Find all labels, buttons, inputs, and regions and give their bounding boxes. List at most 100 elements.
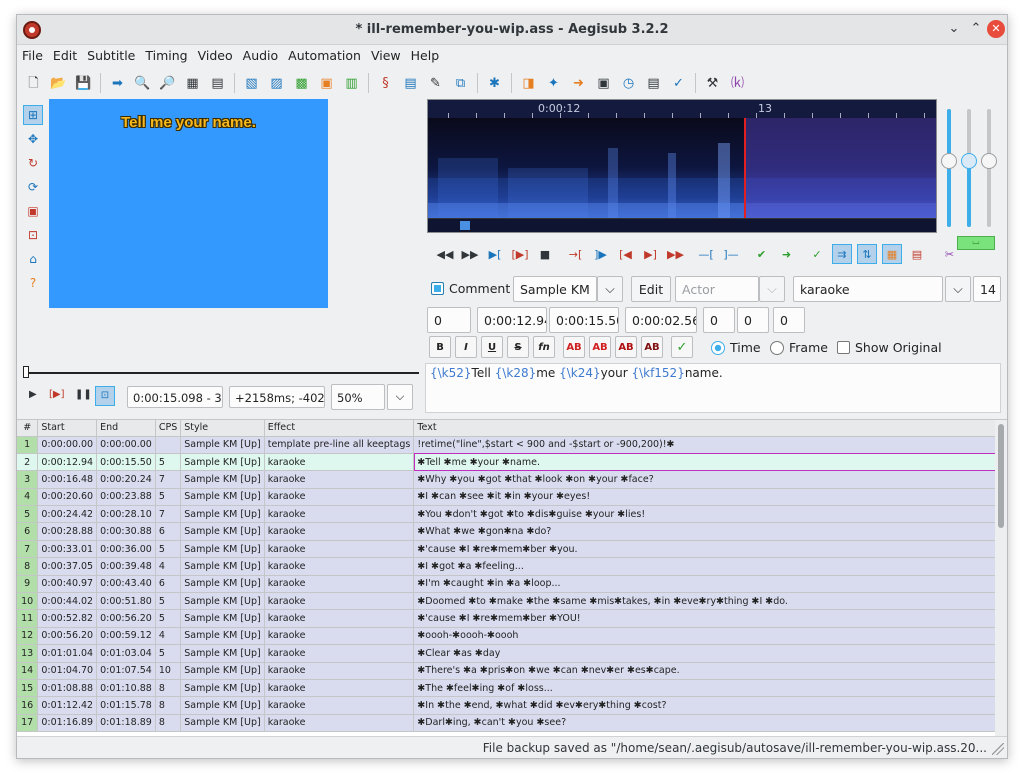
- karaoke-split-icon[interactable]: ✂: [940, 244, 960, 264]
- table-row[interactable]: 14 0:01:04.70 0:01:07.54 10 Sample KM [Up] ka…: [17, 662, 1007, 680]
- auto-commit-icon[interactable]: ✓: [807, 244, 827, 264]
- column-header-style[interactable]: Style: [180, 420, 265, 437]
- open-folder-icon[interactable]: 📂: [49, 73, 69, 93]
- drag-tool-icon[interactable]: ✥: [23, 129, 43, 149]
- edit-style-button[interactable]: Edit: [631, 276, 671, 302]
- play-after-start-icon[interactable]: ]▶: [591, 244, 611, 264]
- chevron-down-icon[interactable]: ⌵: [387, 384, 413, 410]
- frame-radio[interactable]: Frame: [770, 340, 828, 355]
- menu-file[interactable]: File: [17, 45, 48, 63]
- play-to-end-icon[interactable]: ▶▶: [666, 244, 686, 264]
- video-display[interactable]: Tell me your name.: [49, 99, 328, 308]
- secondary-color-button[interactable]: AB: [589, 336, 611, 358]
- column-header-end[interactable]: End: [96, 420, 156, 437]
- zoom-slider-handle[interactable]: [941, 153, 957, 169]
- video-time-field[interactable]: 0:00:15.098 - 3: [127, 386, 223, 408]
- table-row[interactable]: 12 0:00:56.20 0:00:59.12 4 Sample KM [Up] kar…: [17, 627, 1007, 646]
- end-time-field[interactable]: 0:00:15.50: [549, 307, 619, 333]
- show-original-box[interactable]: [837, 341, 850, 354]
- primary-color-button[interactable]: AB: [563, 336, 585, 358]
- play-before-icon[interactable]: →[: [566, 244, 586, 264]
- kanji-timer-icon[interactable]: ⧉: [451, 73, 471, 93]
- auto-scroll-icon[interactable]: ⊡: [95, 386, 115, 406]
- rotate-z-tool-icon[interactable]: ↻: [23, 153, 43, 173]
- resample-icon[interactable]: ▩: [292, 73, 312, 93]
- menu-audio[interactable]: Audio: [238, 45, 284, 63]
- menu-help[interactable]: Help: [406, 45, 445, 63]
- maximize-button[interactable]: ⌃: [967, 20, 985, 38]
- menu-subtitle[interactable]: Subtitle: [82, 45, 140, 63]
- menu-timing[interactable]: Timing: [140, 45, 192, 63]
- help-icon[interactable]: ?: [23, 273, 43, 293]
- margin-left-field[interactable]: 0: [703, 307, 735, 333]
- find-replace-icon[interactable]: 🔎: [158, 73, 178, 93]
- table-row[interactable]: 16 0:01:12.42 0:01:15.78 8 Sample KM [Up] kar…: [17, 696, 1007, 715]
- assistant-icon[interactable]: §: [376, 73, 396, 93]
- karaoke-mode-icon[interactable]: ▤: [907, 244, 927, 264]
- spell-check-tool-icon[interactable]: ✓: [669, 73, 689, 93]
- clock-icon[interactable]: ◷: [619, 73, 639, 93]
- play-after-icon[interactable]: ▶]: [641, 244, 661, 264]
- subtitle-text-editor[interactable]: {\k52}Tell {\k28}me {\k24}your {\kf152}n…: [425, 363, 1001, 413]
- auto-next-icon[interactable]: ⇉: [832, 244, 852, 264]
- duration-field[interactable]: 0:00:02.56: [625, 307, 697, 333]
- audio-selection[interactable]: [744, 118, 936, 218]
- automation-icon[interactable]: ✱: [485, 73, 505, 93]
- table-row[interactable]: 5 0:00:24.42 0:00:28.10 7 Sample KM [Up] kara…: [17, 505, 1007, 524]
- hotkeys-icon[interactable]: ⚒: [703, 73, 723, 93]
- shift-times-icon[interactable]: ▤: [401, 73, 421, 93]
- next-line-icon[interactable]: ▶▶: [460, 244, 480, 264]
- table-row[interactable]: 10 0:00:44.02 0:00:51.80 5 Sample KM [Up] kar…: [17, 592, 1007, 611]
- zoom-icon[interactable]: ▣: [594, 73, 614, 93]
- stop-icon[interactable]: ■: [535, 244, 555, 264]
- new-file-icon[interactable]: 🗋: [24, 73, 44, 93]
- menu-automation[interactable]: Automation: [283, 45, 366, 63]
- translation-icon[interactable]: ▣: [317, 73, 337, 93]
- table-row[interactable]: 15 0:01:08.88 0:01:10.88 8 Sample KM [Up] kar…: [17, 679, 1007, 698]
- outline-color-button[interactable]: AB: [615, 336, 637, 358]
- zoom-select[interactable]: 50%: [331, 384, 385, 410]
- margin-vertical-field[interactable]: 0: [773, 307, 805, 333]
- menu-video[interactable]: Video: [193, 45, 238, 63]
- shift-end-icon[interactable]: ]—: [721, 244, 741, 264]
- properties-icon[interactable]: ▧: [242, 73, 262, 93]
- strikeout-button[interactable]: S: [507, 336, 529, 358]
- clip-tool-icon[interactable]: ⊡: [23, 225, 43, 245]
- italic-button[interactable]: I: [455, 336, 477, 358]
- previous-line-icon[interactable]: ◀◀: [435, 244, 455, 264]
- time-radio-dot[interactable]: [711, 340, 725, 355]
- underline-button[interactable]: U: [481, 336, 503, 358]
- column-header-text[interactable]: Text: [413, 420, 1007, 437]
- audio-scroll-thumb[interactable]: [460, 221, 470, 230]
- style-dropdown-chevron-down-icon[interactable]: ⌵: [597, 276, 623, 302]
- effect-field[interactable]: karaoke: [793, 276, 943, 302]
- table-row[interactable]: 17 0:01:16.89 0:01:18.89 8 Sample KM [Up] kar…: [17, 714, 1007, 733]
- volume-handle[interactable]: [981, 153, 997, 169]
- frame-radio-dot[interactable]: [770, 340, 784, 355]
- spectrum-mode-icon[interactable]: ▦: [882, 244, 902, 264]
- search-icon[interactable]: 🔍: [133, 73, 153, 93]
- play-before-end-icon[interactable]: [◀: [616, 244, 636, 264]
- close-button[interactable]: ✕: [987, 20, 1005, 38]
- jump-video-icon[interactable]: ✦: [544, 73, 564, 93]
- auto-scroll-audio-icon[interactable]: ⇅: [857, 244, 877, 264]
- table-row[interactable]: 1 0:00:00.00 0:00:00.00 Sample KM [Up] templ…: [17, 436, 1007, 454]
- time-radio[interactable]: Time: [711, 340, 761, 355]
- video-seek-slider[interactable]: [23, 366, 419, 380]
- table-row[interactable]: 11 0:00:52.82 0:00:56.20 5 Sample KM [Up] kar…: [17, 609, 1007, 628]
- font-button[interactable]: fn: [533, 336, 555, 358]
- save-icon[interactable]: 💾: [74, 73, 94, 93]
- style-select[interactable]: Sample KM: [513, 276, 597, 302]
- minimize-button[interactable]: ⌄: [945, 20, 963, 38]
- play-line-icon[interactable]: [▶]: [49, 389, 65, 400]
- play-selection-icon[interactable]: ▶[: [485, 244, 505, 264]
- table-row[interactable]: 8 0:00:37.05 0:00:39.48 4 Sample KM [Up] kara…: [17, 557, 1007, 576]
- play-current-line-icon[interactable]: [▶]: [510, 244, 530, 264]
- shift-start-icon[interactable]: —[: [696, 244, 716, 264]
- attachments-icon[interactable]: ▤: [208, 73, 228, 93]
- effect-dropdown-chevron-down-icon[interactable]: ⌵: [945, 276, 971, 302]
- go-to-next-icon[interactable]: ➜: [777, 244, 797, 264]
- timing-post-processor-icon[interactable]: ✎: [426, 73, 446, 93]
- fonts-collector-icon[interactable]: ▨: [267, 73, 287, 93]
- table-row[interactable]: 7 0:00:33.01 0:00:36.00 5 Sample KM [Up] kara…: [17, 540, 1007, 559]
